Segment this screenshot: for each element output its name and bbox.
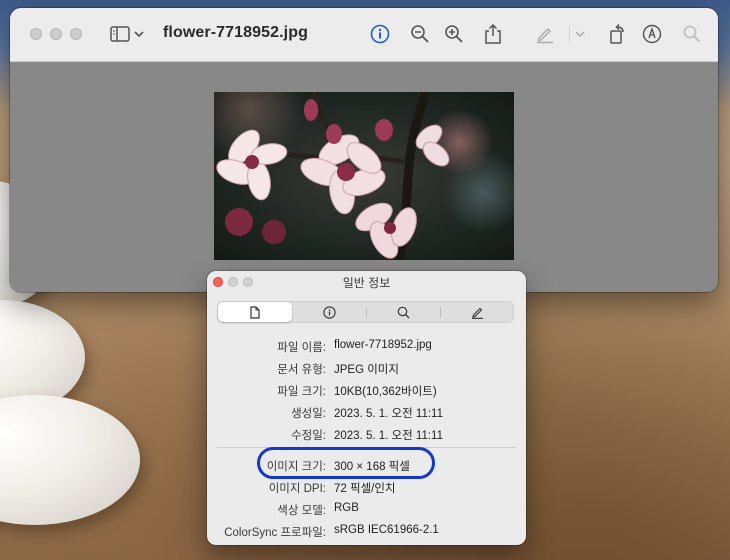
info-icon[interactable] xyxy=(368,22,392,46)
pen-icon xyxy=(471,307,483,319)
window-title: flower-7718952.jpg xyxy=(163,24,308,41)
row-label-created: 생성일: xyxy=(291,408,326,420)
document-icon xyxy=(250,305,260,319)
row-value-color-model: RGB xyxy=(334,502,359,514)
zoom-out-icon[interactable] xyxy=(408,22,432,46)
row-label-image-size: 이미지 크기: xyxy=(266,461,326,473)
minimize-button[interactable] xyxy=(50,28,62,40)
preview-window: flower-7718952.jpg xyxy=(10,8,718,292)
row-label-image-dpi: 이미지 DPI: xyxy=(268,483,326,495)
row-label-document-type: 문서 유형: xyxy=(277,364,326,376)
markup-pen-icon[interactable] xyxy=(533,22,557,46)
share-icon[interactable] xyxy=(481,22,505,46)
row-value-modified: 2023. 5. 1. 오전 11:11 xyxy=(334,430,443,442)
tab-more-info[interactable] xyxy=(292,302,366,322)
info-panel-title: 일반 정보 xyxy=(342,276,391,290)
row-value-file-name: flower-7718952.jpg xyxy=(334,339,432,351)
row-value-created: 2023. 5. 1. 오전 11:11 xyxy=(334,408,443,420)
info-icon xyxy=(322,305,336,319)
row-label-color-model: 색상 모델: xyxy=(277,505,326,517)
tab-keywords[interactable] xyxy=(366,302,440,322)
search-icon xyxy=(397,306,409,318)
search-icon[interactable] xyxy=(680,22,704,46)
tab-general[interactable] xyxy=(218,302,292,322)
row-value-image-dpi: 72 픽셀/인치 xyxy=(334,483,396,495)
row-label-file-size: 파일 크기: xyxy=(277,386,326,398)
row-label-file-name: 파일 이름: xyxy=(277,342,326,354)
row-value-document-type: JPEG 이미지 xyxy=(334,364,399,376)
row-value-image-size: 300 × 168 픽셀 xyxy=(334,461,410,473)
row-value-colorsync-profile: sRGB IEC61966-2.1 xyxy=(334,524,439,536)
sidebar-icon[interactable] xyxy=(108,22,132,46)
row-label-colorsync-profile: ColorSync 프로파일: xyxy=(224,527,326,539)
info-panel-titlebar[interactable]: 일반 정보 xyxy=(207,271,526,293)
toolbar-separator xyxy=(569,26,570,42)
row-label-modified: 수정일: xyxy=(291,430,326,442)
zoom-in-icon[interactable] xyxy=(442,22,466,46)
window-titlebar[interactable]: flower-7718952.jpg xyxy=(10,8,718,62)
divider xyxy=(217,447,516,448)
info-panel: 일반 정보 파일 이름: flower-7718952.jpg 문서 유형: J… xyxy=(207,271,526,545)
close-button[interactable] xyxy=(30,28,42,40)
row-value-file-size: 10KB(10,362바이트) xyxy=(334,386,437,398)
tab-annotations[interactable] xyxy=(440,302,514,322)
stone xyxy=(0,395,140,525)
zoom-button[interactable] xyxy=(70,28,82,40)
annotate-icon[interactable] xyxy=(640,22,664,46)
flower-image xyxy=(214,92,514,260)
inspector-tabs xyxy=(217,301,514,323)
chevron-down-icon[interactable] xyxy=(572,22,588,46)
chevron-down-icon[interactable] xyxy=(131,22,147,46)
rotate-icon[interactable] xyxy=(606,22,630,46)
